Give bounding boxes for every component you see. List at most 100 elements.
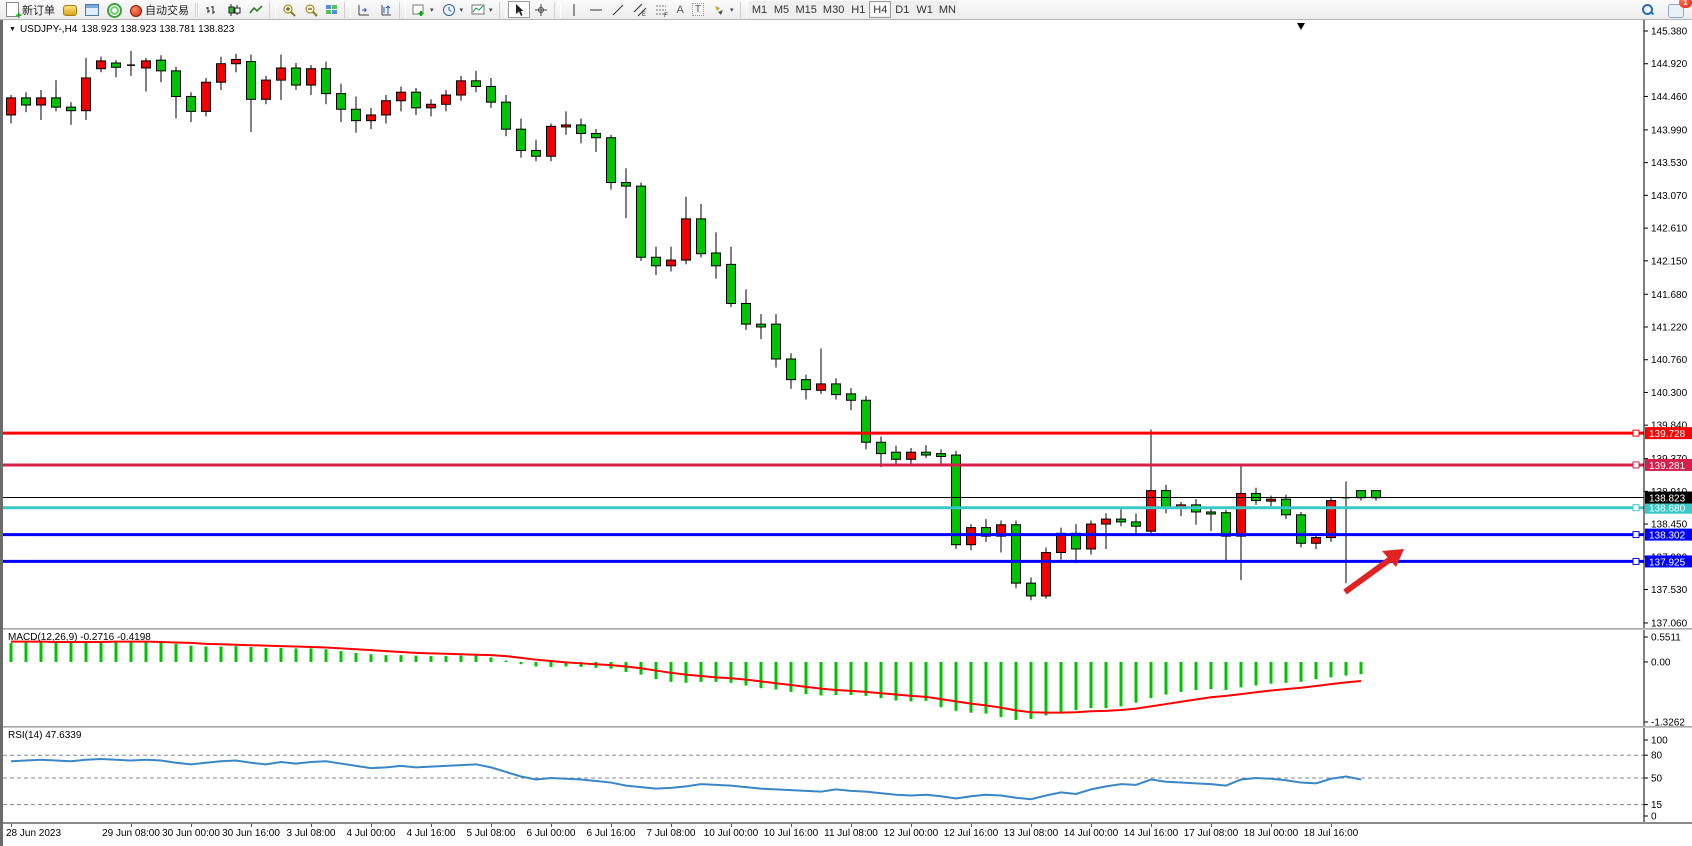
vertical-line-icon <box>567 3 581 17</box>
time-label: 13 Jul 08:00 <box>1004 828 1059 839</box>
hline-handle[interactable] <box>1633 505 1639 511</box>
notifications-button[interactable]: 1 <box>1664 1 1688 18</box>
bar-chart-button[interactable] <box>201 1 223 18</box>
macd-canvas[interactable]: 0.55110.00-1.3262 <box>3 630 1692 726</box>
hline-handle[interactable] <box>1633 462 1639 468</box>
hline-handle[interactable] <box>1633 532 1639 538</box>
time-tick <box>191 824 192 827</box>
tf-h1-button[interactable]: H1 <box>847 1 869 18</box>
timeframe-group: M1 M5 M15 M30 H1 H4 D1 W1 MN <box>749 1 959 18</box>
chart-shift-marker[interactable] <box>1297 23 1305 30</box>
rsi-tick-label: 100 <box>1651 736 1668 747</box>
hline-handle[interactable] <box>1633 430 1639 436</box>
candle-chart-button[interactable] <box>223 1 245 18</box>
collapse-triangle-icon[interactable]: ▼ <box>9 26 16 33</box>
time-label: 5 Jul 08:00 <box>467 828 516 839</box>
time-label: 7 Jul 08:00 <box>647 828 696 839</box>
rsi-canvas[interactable]: 1008050150 <box>3 728 1692 822</box>
price-tick-label: 143.070 <box>1651 191 1688 202</box>
hline-price-badge-text: 139.728 <box>1649 429 1686 440</box>
autotrading-label: 自动交易 <box>145 2 189 18</box>
clock-icon <box>442 3 456 17</box>
signal-icon <box>107 3 122 18</box>
rsi-pane[interactable]: 1008050150 RSI(14) 47.6339 <box>3 728 1692 822</box>
rsi-tick-label: 80 <box>1651 751 1663 762</box>
chart-title: ▼ USDJPY-,H4 138.923 138.923 138.781 138… <box>9 24 234 35</box>
price-tick-label: 142.150 <box>1651 256 1688 267</box>
tf-mn-button[interactable]: MN <box>936 1 959 18</box>
time-label: 6 Jul 16:00 <box>587 828 636 839</box>
label-tool-button[interactable]: T <box>688 1 708 18</box>
chart-shift-button[interactable] <box>375 1 397 18</box>
time-tick <box>1031 824 1032 827</box>
tf-m5-button[interactable]: M5 <box>771 1 793 18</box>
main-chart-pane[interactable]: 145.380144.920144.460143.990143.530143.0… <box>3 20 1692 628</box>
bar-chart-icon <box>205 3 219 17</box>
toolbar-grip <box>195 3 199 17</box>
horizontal-line-button[interactable] <box>585 1 607 18</box>
price-tick-label: 140.760 <box>1651 355 1688 366</box>
fibonacci-button[interactable]: F <box>651 1 673 18</box>
autotrading-button[interactable]: 自动交易 <box>126 1 193 18</box>
rsi-label: RSI(14) 47.6339 <box>8 730 81 741</box>
channel-button[interactable]: E <box>629 1 651 18</box>
new-chart-button[interactable]: ▾ <box>408 1 438 18</box>
hline-handle[interactable] <box>1633 558 1639 564</box>
tile-windows-button[interactable] <box>322 1 342 18</box>
main-chart-canvas[interactable]: 145.380144.920144.460143.990143.530143.0… <box>3 20 1692 628</box>
price-tick-label: 141.680 <box>1651 290 1688 301</box>
tf-m15-button[interactable]: M15 <box>793 1 820 18</box>
indicators-icon <box>471 3 485 17</box>
macd-pane[interactable]: 0.55110.00-1.3262 MACD(12,26,9) -0.2716 … <box>3 630 1692 726</box>
time-tick <box>911 824 912 827</box>
macd-tick-label: 0.00 <box>1651 657 1671 668</box>
trendline-button[interactable] <box>607 1 629 18</box>
search-icon <box>1641 3 1654 16</box>
search-button[interactable] <box>1637 1 1658 18</box>
market-watch-icon-button[interactable] <box>59 1 81 18</box>
new-order-label: 新订单 <box>22 2 55 18</box>
price-tick-label: 143.990 <box>1651 125 1688 136</box>
time-tick <box>311 824 312 827</box>
rsi-tick-label: 50 <box>1651 774 1663 785</box>
crosshair-button[interactable] <box>530 1 552 18</box>
new-order-button[interactable]: 新订单 <box>2 1 59 18</box>
time-label: 30 Jun 00:00 <box>162 828 220 839</box>
time-label: 18 Jul 16:00 <box>1304 828 1359 839</box>
auto-scroll-icon <box>357 3 371 17</box>
period-button[interactable]: ▾ <box>438 1 468 18</box>
dropdown-caret: ▾ <box>489 6 493 14</box>
line-chart-icon <box>249 3 263 17</box>
tf-d1-button[interactable]: D1 <box>891 1 913 18</box>
text-tool-button[interactable]: A <box>673 1 688 18</box>
zoom-out-button[interactable] <box>300 1 322 18</box>
data-window-icon-button[interactable] <box>81 1 103 18</box>
toolbar-separator <box>740 2 747 18</box>
zoom-in-button[interactable] <box>278 1 300 18</box>
time-label: 18 Jul 00:00 <box>1244 828 1299 839</box>
signals-icon-button[interactable] <box>103 1 126 18</box>
toolbar-separator <box>554 2 561 18</box>
tf-w1-button[interactable]: W1 <box>913 1 936 18</box>
candle-chart-icon <box>227 3 241 17</box>
trendline-icon <box>611 3 625 17</box>
indicators-button[interactable]: ▾ <box>467 1 497 18</box>
cursor-button[interactable] <box>508 1 530 18</box>
text-tool-icon: A <box>677 4 684 16</box>
price-tick-label: 141.220 <box>1651 322 1688 333</box>
arrows-tool-button[interactable]: ▾ <box>708 1 738 18</box>
time-tick <box>1271 824 1272 827</box>
time-tick <box>371 824 372 827</box>
time-label: 12 Jul 00:00 <box>884 828 939 839</box>
price-tick-label: 144.920 <box>1651 59 1688 70</box>
time-axis[interactable]: 28 Jun 202329 Jun 08:0030 Jun 00:0030 Ju… <box>3 822 1692 846</box>
time-label: 17 Jul 08:00 <box>1184 828 1239 839</box>
vertical-line-button[interactable] <box>563 1 585 18</box>
tf-m30-button[interactable]: M30 <box>820 1 847 18</box>
line-chart-button[interactable] <box>245 1 267 18</box>
hline-price-badge-text: 137.925 <box>1649 557 1686 568</box>
tf-m1-button[interactable]: M1 <box>749 1 771 18</box>
tf-h4-button[interactable]: H4 <box>869 1 891 18</box>
time-tick <box>791 824 792 827</box>
auto-scroll-button[interactable] <box>353 1 375 18</box>
